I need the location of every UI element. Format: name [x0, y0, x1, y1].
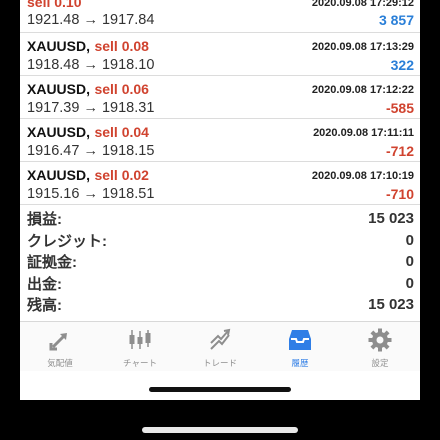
deal-profit: 3 857 [378, 12, 414, 28]
tab-label: トレード [202, 358, 237, 368]
tab-label: 設定 [371, 358, 389, 368]
deal-prices: 1917.39 → 1918.31 [27, 100, 155, 116]
summary-margin: 証拠金: 0 [20, 251, 420, 273]
deal-side: sell 0.08 [94, 38, 149, 54]
deal-time: 2020.09.08 17:10:19 [311, 170, 414, 182]
deal-profit: -712 [385, 143, 414, 159]
tab-label: 履歴 [291, 358, 309, 368]
tab-settings[interactable]: 設定 [340, 322, 420, 371]
chart-icon [129, 330, 151, 349]
deal-profit: 322 [390, 57, 414, 73]
tab-label: チャート [123, 358, 157, 368]
summary-value: 15 023 [368, 210, 414, 228]
tab-trade[interactable]: トレード [180, 322, 260, 371]
settings-icon [368, 328, 392, 352]
deal-side: sell 0.02 [94, 167, 149, 183]
account-summary: 損益: 15 023 クレジット: 0 証拠金: 0 出金: 0 残高: 15 … [20, 208, 420, 316]
summary-withdrawal: 出金: 0 [20, 273, 420, 295]
summary-value: 15 023 [368, 296, 414, 314]
summary-credit: クレジット: 0 [20, 230, 420, 252]
deal-row[interactable]: XAUUSD, sell 0.08 2020.09.08 17:13:29 19… [20, 33, 420, 76]
deal-side: sell 0.04 [94, 124, 149, 140]
tab-quotes[interactable]: 気配値 [20, 322, 100, 371]
deal-side: sell 0.10 [27, 0, 82, 10]
summary-value: 0 [405, 253, 414, 271]
deal-prices: 1918.48 → 1918.10 [27, 57, 155, 73]
deal-symbol: XAUUSD, [27, 81, 91, 97]
deal-time: 2020.09.08 17:29:12 [311, 0, 414, 9]
tab-label: 気配値 [47, 358, 73, 368]
deals-list: sell 0.10 2020.09.08 17:29:12 1921.48 → … [20, 0, 420, 205]
deal-prices: 1916.47 → 1918.15 [27, 143, 155, 159]
deal-row[interactable]: XAUUSD, sell 0.06 2020.09.08 17:12:22 19… [20, 76, 420, 119]
quotes-icon [49, 333, 67, 351]
trade-icon [210, 328, 231, 350]
summary-label: 残高: [27, 297, 62, 315]
summary-label: 証拠金: [27, 254, 77, 272]
home-indicator[interactable] [149, 387, 291, 392]
tab-history[interactable]: 履歴 [260, 322, 340, 371]
deal-row[interactable]: XAUUSD, sell 0.02 2020.09.08 17:10:19 19… [20, 162, 420, 205]
summary-label: クレジット: [27, 232, 107, 250]
deal-side: sell 0.06 [94, 81, 149, 97]
deal-symbol: XAUUSD, [27, 38, 91, 54]
deal-row[interactable]: XAUUSD, sell 0.04 2020.09.08 17:11:11 19… [20, 119, 420, 162]
deal-time: 2020.09.08 17:12:22 [311, 84, 414, 96]
history-screen: sell 0.10 2020.09.08 17:29:12 1921.48 → … [20, 0, 420, 400]
summary-balance: 残高: 15 023 [20, 294, 420, 316]
summary-value: 0 [405, 274, 414, 292]
history-icon [289, 330, 311, 350]
deal-row[interactable]: sell 0.10 2020.09.08 17:29:12 1921.48 → … [20, 0, 420, 33]
deal-profit: -710 [385, 186, 414, 202]
outer-home-indicator [142, 427, 298, 433]
deal-time: 2020.09.08 17:13:29 [311, 41, 414, 53]
summary-value: 0 [405, 231, 414, 249]
summary-label: 出金: [27, 275, 62, 293]
deal-prices: 1915.16 → 1918.51 [27, 186, 155, 202]
deal-time: 2020.09.08 17:11:11 [313, 127, 414, 139]
deal-symbol: XAUUSD, [27, 167, 91, 183]
deal-profit: -585 [385, 100, 414, 116]
deal-symbol: XAUUSD, [27, 124, 91, 140]
tab-chart[interactable]: チャート [100, 322, 180, 371]
summary-label: 損益: [27, 211, 62, 229]
deal-prices: 1921.48 → 1917.84 [27, 12, 155, 28]
tab-bar: 気配値 チャート トレード 履歴 設定 [20, 321, 420, 371]
summary-profit: 損益: 15 023 [20, 208, 420, 230]
